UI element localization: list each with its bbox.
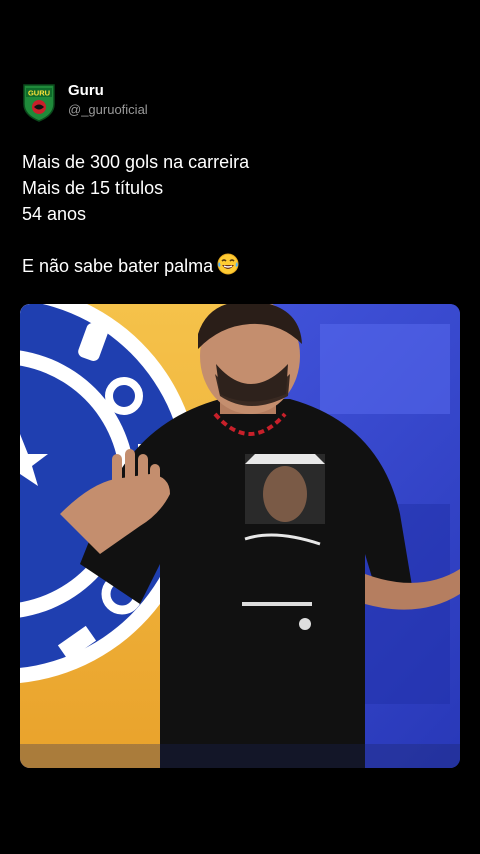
avatar-text: GURU (28, 89, 50, 98)
tweet-media-video[interactable] (20, 304, 460, 768)
man-gesturing-image-icon (20, 304, 460, 768)
avatar[interactable]: GURU (20, 82, 58, 122)
author-info: Guru @_guruoficial (68, 82, 148, 118)
tweet-line: Mais de 300 gols na carreira (22, 152, 250, 172)
tweet-line-last: E não sabe bater palma (22, 253, 249, 282)
tweet-header: GURU Guru @_guruoficial (20, 82, 148, 122)
laughing-tears-emoji-icon (217, 253, 239, 282)
user-handle[interactable]: @_guruoficial (68, 102, 148, 118)
guru-shield-logo-icon: GURU (23, 84, 55, 122)
tweet-line: Mais de 15 títulos (22, 178, 164, 198)
tweet-line-last-text: E não sabe bater palma (22, 256, 214, 276)
tweet-text: Mais de 300 gols na carreira Mais de 15 … (22, 149, 249, 282)
tweet-line: 54 anos (22, 204, 87, 224)
display-name[interactable]: Guru (68, 82, 148, 100)
